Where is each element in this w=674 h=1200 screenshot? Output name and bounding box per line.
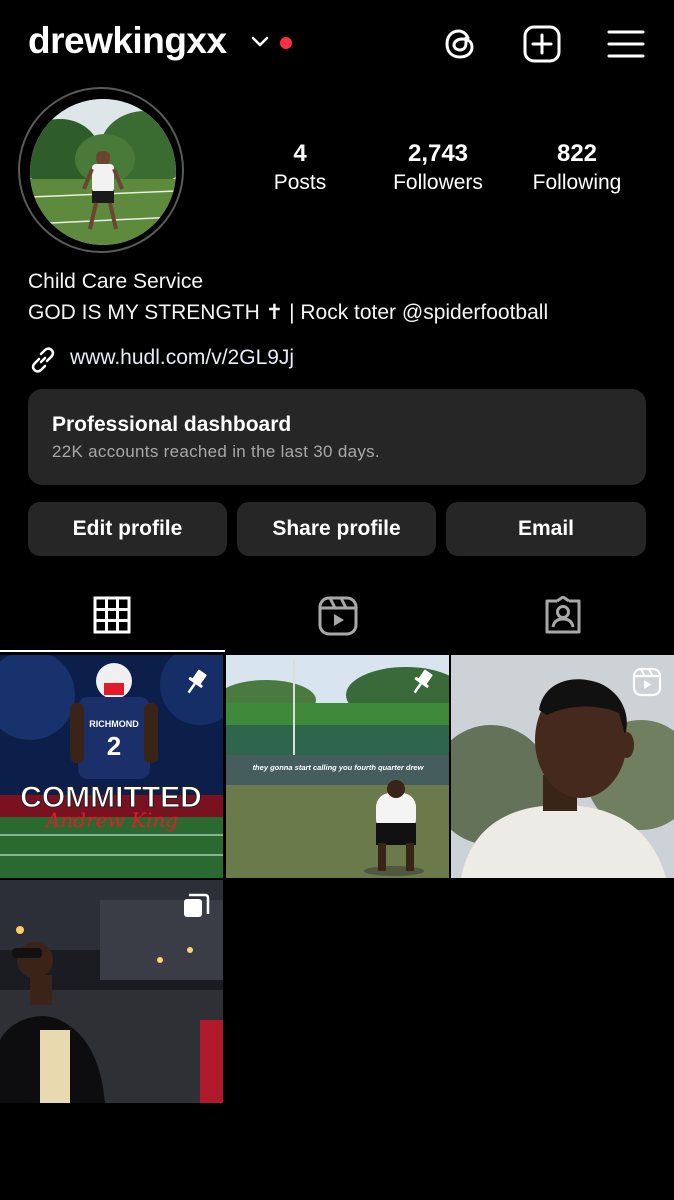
following-count: 822 (556, 140, 598, 167)
professional-dashboard[interactable]: Professional dashboard 22K accounts reac… (28, 389, 646, 485)
followers-label: Followers (393, 171, 483, 194)
share-profile-button[interactable]: Share profile (237, 502, 436, 556)
tab-grid[interactable] (0, 590, 225, 652)
pin-icon (413, 669, 433, 694)
chevron-down-icon[interactable] (250, 34, 270, 50)
stat-posts[interactable]: 4 Posts (230, 140, 370, 198)
stat-following[interactable]: 822 Following (507, 140, 647, 198)
pin-icon (187, 669, 207, 694)
post-tile-4[interactable] (0, 880, 223, 1103)
reel-icon (632, 667, 662, 697)
grid-icon (93, 596, 131, 634)
dashboard-subtitle: 22K accounts reached in the last 30 days… (52, 442, 380, 461)
profile-bio: GOD IS MY STRENGTH ✝ | Rock toter @spide… (28, 301, 549, 324)
jersey-number: 2 (107, 731, 121, 761)
profile-link-text[interactable]: www.hudl.com/v/2GL9Jj (70, 346, 294, 370)
following-label: Following (532, 171, 622, 194)
menu-icon[interactable] (606, 24, 646, 64)
avatar[interactable] (30, 99, 176, 245)
post-tile-2[interactable]: they gonna start calling you fourth quar… (226, 655, 449, 878)
new-post-icon[interactable] (522, 24, 562, 64)
post-tile-3[interactable] (451, 655, 674, 878)
tab-tagged[interactable] (450, 590, 674, 652)
post-tile-1[interactable]: RICHMOND 2 COMMITTED Andrew King (0, 655, 223, 878)
dashboard-title: Professional dashboard (52, 413, 292, 436)
threads-icon[interactable] (440, 24, 480, 64)
reels-icon (318, 596, 358, 636)
profile-category: Child Care Service (28, 270, 204, 293)
username[interactable]: drewkingxx (28, 20, 227, 62)
edit-profile-button[interactable]: Edit profile (28, 502, 227, 556)
profile-page: drewkingxx 4 Posts 2,743 Followers 822 F… (0, 0, 674, 1200)
stat-followers[interactable]: 2,743 Followers (368, 140, 508, 198)
link-icon (31, 347, 55, 373)
posts-label: Posts (273, 171, 327, 194)
tagged-icon (545, 596, 581, 634)
header: drewkingxx (0, 0, 674, 90)
email-button[interactable]: Email (446, 502, 646, 556)
carousel-icon (184, 893, 210, 917)
jersey-text: RICHMOND (89, 719, 139, 729)
followers-count: 2,743 (407, 140, 469, 167)
posts-count: 4 (293, 140, 307, 167)
notification-dot (280, 37, 292, 49)
tab-reels[interactable] (225, 590, 450, 652)
active-tab-indicator (0, 650, 225, 652)
post-caption: they gonna start calling you fourth quar… (253, 763, 425, 772)
player-name-script: Andrew King (44, 808, 178, 832)
